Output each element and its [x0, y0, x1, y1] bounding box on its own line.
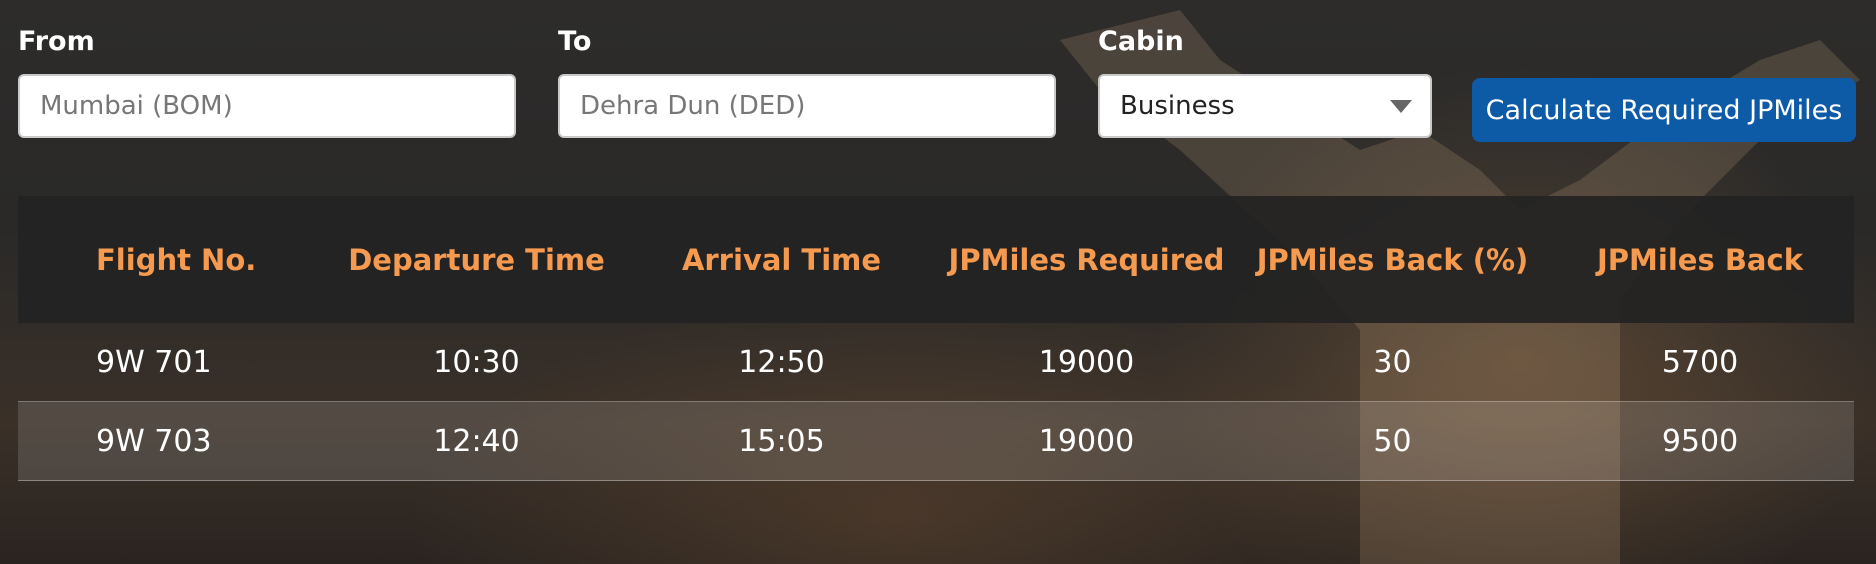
header-flight-no: Flight No.: [96, 242, 257, 277]
header-departure-time: Departure Time: [348, 242, 605, 277]
from-input[interactable]: Mumbai (BOM): [18, 74, 516, 138]
jpmiles-back-percent-cell: 30: [1373, 344, 1412, 380]
flights-table: Flight No. Departure Time Arrival Time J…: [18, 196, 1854, 481]
header-jpmiles-required: JPMiles Required: [948, 242, 1225, 277]
flight-no-cell: 9W 701: [96, 344, 212, 380]
miles-calculator-form: From Mumbai (BOM) To Dehra Dun (DED) Cab…: [0, 0, 1876, 160]
jpmiles-back-percent-cell: 50: [1373, 423, 1412, 459]
to-input-placeholder: Dehra Dun (DED): [580, 91, 806, 121]
cabin-select[interactable]: Business: [1098, 74, 1432, 138]
header-jpmiles-back: JPMiles Back: [1597, 242, 1803, 277]
cabin-field-group: Cabin Business: [1098, 24, 1432, 138]
jpmiles-back-cell: 9500: [1661, 423, 1739, 459]
table-row: 9W 701 10:30 12:50 19000 30 5700: [18, 323, 1854, 402]
jpmiles-required-cell: 19000: [1038, 344, 1135, 380]
jpmiles-required-cell: 19000: [1038, 423, 1135, 459]
to-input[interactable]: Dehra Dun (DED): [558, 74, 1056, 138]
from-label: From: [18, 26, 95, 57]
table-header-row: Flight No. Departure Time Arrival Time J…: [18, 196, 1854, 323]
chevron-down-icon: [1390, 99, 1412, 113]
departure-time-cell: 12:40: [433, 423, 520, 459]
cabin-label: Cabin: [1098, 26, 1184, 57]
arrival-time-cell: 12:50: [738, 344, 825, 380]
from-input-placeholder: Mumbai (BOM): [40, 91, 233, 121]
from-field-group: From Mumbai (BOM): [18, 24, 516, 138]
departure-time-cell: 10:30: [433, 344, 520, 380]
jpmiles-back-cell: 5700: [1661, 344, 1739, 380]
to-field-group: To Dehra Dun (DED): [558, 24, 1056, 138]
header-arrival-time: Arrival Time: [681, 242, 882, 277]
cabin-select-value: Business: [1120, 91, 1235, 121]
header-jpmiles-back-percent: JPMiles Back (%): [1256, 242, 1529, 277]
flight-no-cell: 9W 703: [96, 423, 212, 459]
table-row: 9W 703 12:40 15:05 19000 50 9500: [18, 402, 1854, 481]
arrival-time-cell: 15:05: [738, 423, 825, 459]
calculate-required-jpmiles-button[interactable]: Calculate Required JPMiles: [1472, 78, 1856, 142]
to-label: To: [558, 26, 592, 57]
